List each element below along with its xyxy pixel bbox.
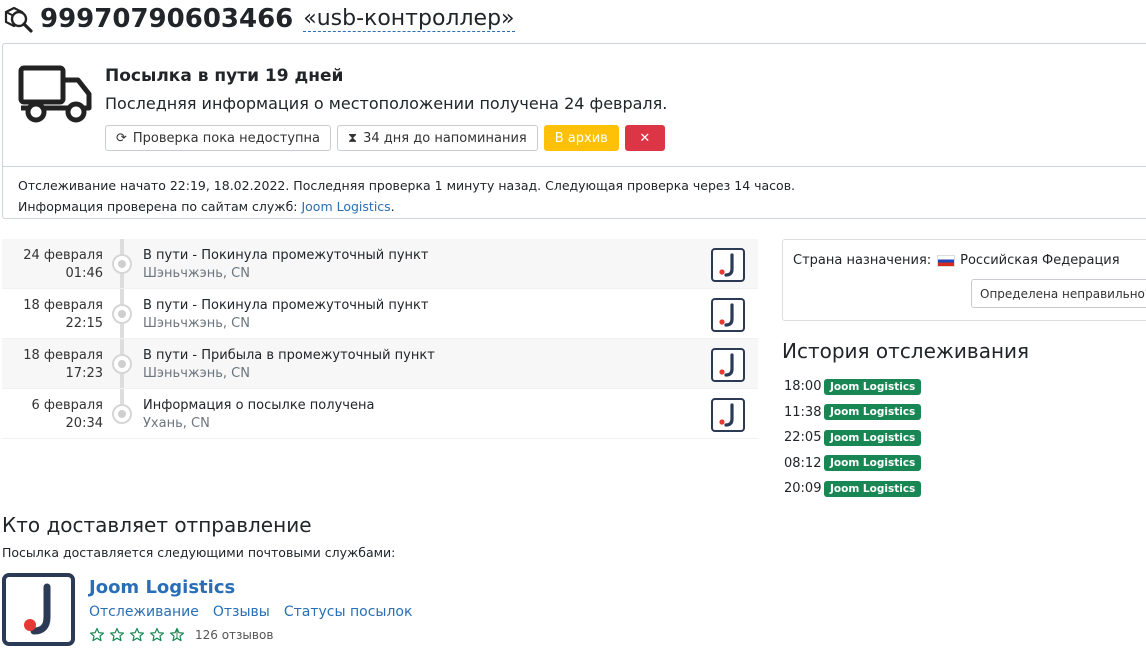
package-search-icon (4, 6, 33, 33)
carriers-title: Кто доставляет отправление (2, 513, 312, 537)
truck-icon (18, 65, 92, 123)
history-time: 22:05 (784, 430, 822, 446)
status-subtitle: Последняя информация о местоположении по… (105, 94, 668, 113)
history-time: 11:38 (784, 404, 822, 420)
history-title: История отслеживания (782, 339, 1030, 363)
event-date: 18 февраля (23, 348, 103, 363)
delete-button[interactable]: ✕ (624, 125, 665, 151)
history-item: 11:38 Joom Logistics (784, 400, 922, 426)
carrier-tracking-link[interactable]: Отслеживание (89, 604, 199, 620)
event-time: 17:23 (65, 366, 103, 381)
timeline-row: 24 февраля 01:46 В пути - Покинула промеж… (2, 239, 758, 289)
event-time: 22:15 (65, 316, 103, 331)
tracking-info-line: Отслеживание начато 22:19, 18.02.2022. П… (18, 178, 796, 193)
event-location: Шэньчжэнь, CN (143, 266, 250, 281)
carrier-rating: 126 отзывов (89, 627, 273, 643)
history-item: 18:00 Joom Logistics (784, 374, 922, 400)
checked-services-prefix: Информация проверена по сайтам служб: (18, 199, 302, 214)
check-button[interactable]: ⟳ Проверка пока недоступна (105, 125, 331, 151)
carrier-links: Отслеживание Отзывы Статусы посылок (89, 604, 412, 620)
hourglass-icon: ⧗ (347, 130, 358, 146)
reminder-button[interactable]: ⧗ 34 дня до напоминания (336, 125, 538, 151)
destination-country: Российская Федерация (960, 253, 1120, 268)
wrong-destination-button[interactable]: Определена неправильно? (971, 279, 1146, 308)
event-date: 18 февраля (23, 298, 103, 313)
joom-logistics-logo-icon[interactable] (711, 248, 745, 282)
carrier-review-count[interactable]: 126 отзывов (195, 628, 273, 642)
event-date: 24 февраля (23, 248, 103, 263)
status-title: Посылка в пути 19 дней (105, 66, 344, 86)
star-icon (110, 627, 124, 642)
destination-line: Страна назначения: Российская Федерация (793, 253, 1120, 268)
timeline-row: 18 февраля 17:23 В пути - Прибыла в проме… (2, 339, 758, 389)
joom-logistics-logo-icon[interactable] (711, 398, 745, 432)
event-details: В пути - Прибыла в промежуточный пункт Шэ… (143, 347, 435, 383)
event-time: 20:34 (65, 416, 103, 431)
timeline-dot-icon (112, 304, 132, 324)
reminder-button-label: 34 дня до напоминания (363, 130, 527, 146)
history-service-badge[interactable]: Joom Logistics (824, 455, 922, 472)
history-item: 20:09 Joom Logistics (784, 476, 922, 502)
timeline-dot-icon (112, 354, 132, 374)
event-date: 6 февраля (31, 398, 103, 413)
event-title: В пути - Прибыла в промежуточный пункт (143, 348, 435, 363)
event-title: Информация о посылке получена (143, 398, 375, 413)
event-datetime: 24 февраля 01:46 (23, 247, 103, 283)
joom-logistics-logo-icon[interactable] (711, 348, 745, 382)
joom-logistics-logo-icon[interactable] (711, 298, 745, 332)
star-icon (90, 627, 104, 642)
event-timeline: 24 февраля 01:46 В пути - Покинула промеж… (2, 239, 758, 439)
checked-services-line: Информация проверена по сайтам служб: Jo… (18, 196, 1133, 217)
status-card: Посылка в пути 19 дней Последняя информа… (2, 43, 1146, 219)
destination-label: Страна назначения: (793, 253, 932, 268)
check-button-label: Проверка пока недоступна (132, 130, 320, 146)
event-location: Шэньчжэнь, CN (143, 316, 250, 331)
event-location: Ухань, CN (143, 416, 210, 431)
event-datetime: 18 февраля 17:23 (23, 347, 103, 383)
archive-button[interactable]: В архив (543, 125, 619, 151)
event-time: 01:46 (65, 266, 103, 281)
star-icon (150, 627, 164, 642)
carriers-subtitle: Посылка доставляется следующими почтовым… (2, 545, 396, 560)
timeline-dot-icon (112, 404, 132, 424)
destination-card: Страна назначения: Российская Федерация … (782, 239, 1146, 321)
event-details: В пути - Покинула промежуточный пункт Шэн… (143, 297, 428, 333)
history-item: 22:05 Joom Logistics (784, 425, 922, 451)
history-item: 08:12 Joom Logistics (784, 451, 922, 477)
event-title: В пути - Покинула промежуточный пункт (143, 248, 429, 263)
checked-service-link[interactable]: Joom Logistics (301, 199, 390, 214)
event-title: В пути - Покинула промежуточный пункт (143, 298, 429, 313)
history-service-badge[interactable]: Joom Logistics (824, 480, 922, 497)
history-time: 20:09 (784, 481, 822, 497)
half-star-icon (170, 627, 184, 642)
refresh-icon: ⟳ (116, 130, 127, 146)
carrier-name[interactable]: Joom Logistics (89, 577, 235, 598)
star-icon (130, 627, 144, 642)
history-time: 08:12 (784, 455, 822, 471)
event-datetime: 18 февраля 22:15 (23, 297, 103, 333)
history-service-badge[interactable]: Joom Logistics (824, 429, 922, 446)
carrier-statuses-link[interactable]: Статусы посылок (284, 604, 413, 620)
timeline-row: 6 февраля 20:34 Информация о посылке полу… (2, 389, 758, 439)
page-header: 99970790603466 «usb-контроллер» (2, 2, 515, 36)
history-list: 18:00 Joom Logistics 11:38 Joom Logistics … (784, 374, 922, 502)
timeline-dot-icon (112, 254, 132, 274)
timeline-row: 18 февраля 22:15 В пути - Покинула промеж… (2, 289, 758, 339)
russia-flag-icon (937, 254, 956, 267)
parcel-name[interactable]: «usb-контроллер» (303, 6, 515, 32)
event-location: Шэньчжэнь, CN (143, 366, 250, 381)
checked-services-suffix: . (390, 199, 395, 214)
history-service-badge[interactable]: Joom Logistics (824, 378, 922, 395)
joom-logistics-logo-icon[interactable] (2, 573, 75, 646)
event-details: Информация о посылке получена Ухань, CN (143, 397, 374, 433)
event-details: В пути - Покинула промежуточный пункт Шэн… (143, 247, 428, 283)
tracking-info: Отслеживание начато 22:19, 18.02.2022. П… (3, 167, 1146, 225)
history-time: 18:00 (784, 379, 822, 395)
tracking-number: 99970790603466 (40, 4, 294, 34)
history-service-badge[interactable]: Joom Logistics (824, 404, 922, 421)
carrier-reviews-link[interactable]: Отзывы (213, 604, 270, 620)
event-datetime: 6 февраля 20:34 (31, 397, 103, 433)
status-actions: ⟳ Проверка пока недоступна ⧗ 34 дня до н… (105, 125, 665, 151)
